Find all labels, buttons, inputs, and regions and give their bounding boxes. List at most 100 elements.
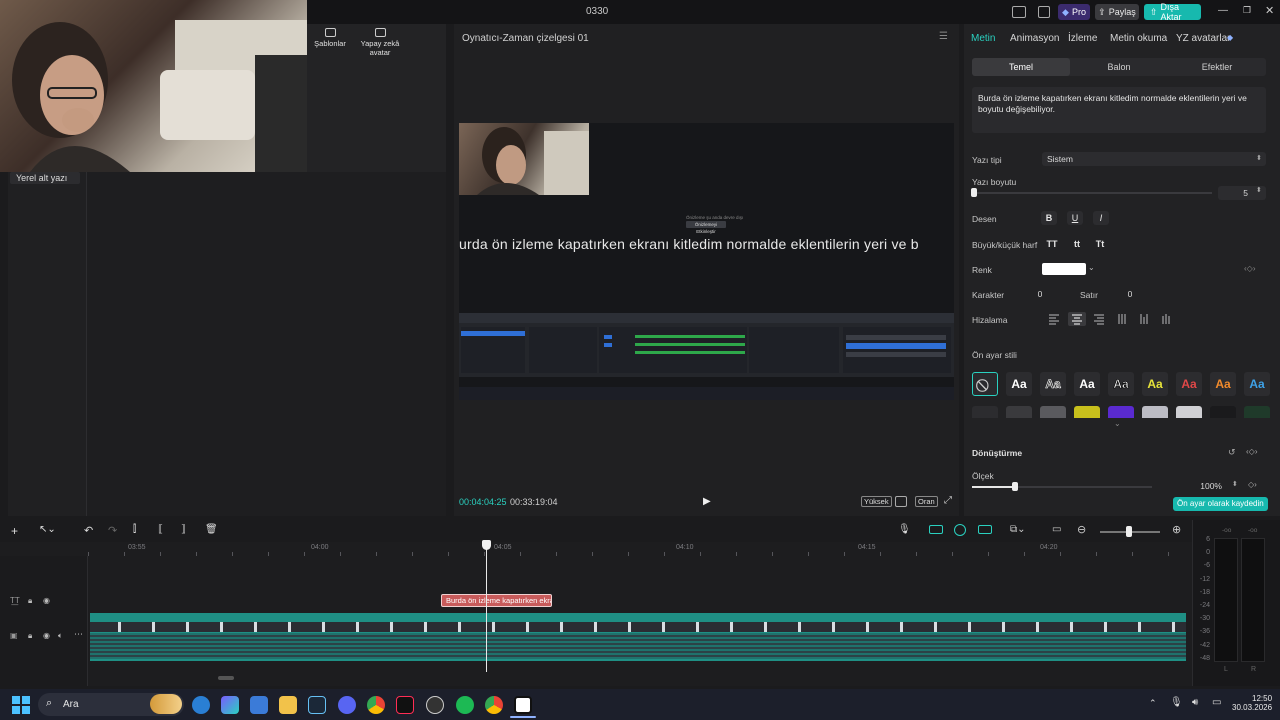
preset-none[interactable]: ⃠ xyxy=(972,372,998,396)
layout-icon[interactable] xyxy=(1012,6,1026,18)
preset-style-3[interactable]: Aa xyxy=(1074,372,1100,396)
subtab-basic[interactable]: Temel xyxy=(972,58,1070,76)
fullscreen-icon[interactable]: ⤢ xyxy=(944,495,952,506)
export-button[interactable]: ⇧ Dışa Aktar xyxy=(1144,2,1201,22)
keyframe-icon[interactable]: ◇› xyxy=(1248,480,1257,489)
updown-icon[interactable]: ⬍ xyxy=(1256,186,1262,194)
italic-button[interactable]: I xyxy=(1093,211,1109,225)
preset-row2-4[interactable] xyxy=(1074,406,1100,418)
underline-button[interactable]: U xyxy=(1067,211,1083,225)
save-preset-button[interactable]: Ön ayar olarak kaydedin xyxy=(1173,497,1268,511)
keyframe-icon[interactable]: ‹◇› xyxy=(1246,447,1257,456)
store-icon[interactable] xyxy=(250,696,268,714)
preset-row2-8[interactable] xyxy=(1210,406,1236,418)
font-select[interactable]: Sistem ⬍ xyxy=(1042,152,1266,166)
obs-icon[interactable] xyxy=(426,696,444,714)
speaker-icon[interactable]: 🔈︎ xyxy=(58,631,63,641)
preset-style-2[interactable]: Aa xyxy=(1040,372,1066,396)
playhead-handle[interactable] xyxy=(482,540,491,550)
scale-slider-handle[interactable] xyxy=(1012,482,1019,491)
tab-tracking[interactable]: İzleme xyxy=(1068,33,1097,44)
maximize-icon[interactable]: ❐ xyxy=(1243,5,1251,16)
line-input[interactable]: 0 xyxy=(1106,287,1154,301)
templates-tab[interactable]: Şablonlar xyxy=(314,28,346,48)
capcut-icon[interactable] xyxy=(514,696,532,714)
menu-icon[interactable]: ☰ xyxy=(939,31,948,42)
transform-label[interactable]: Dönüştürme xyxy=(972,448,1022,458)
magnet-icon[interactable] xyxy=(954,524,966,536)
shortcut-icon[interactable] xyxy=(1038,6,1050,18)
keyframe-icon[interactable]: ‹◇› xyxy=(1244,264,1255,273)
size-slider-track[interactable] xyxy=(972,192,1212,194)
redo-icon[interactable]: ↷ xyxy=(108,524,117,537)
copilot-icon[interactable] xyxy=(221,696,239,714)
lock-icon[interactable]: 🔒︎ xyxy=(28,596,32,606)
video-preview[interactable]: Önizleme şu anda devre dışı Önizlemeyi E… xyxy=(459,123,954,400)
playhead-line[interactable] xyxy=(486,542,487,672)
updown-icon[interactable]: ⬍ xyxy=(1232,480,1238,488)
undo-icon[interactable]: ↶ xyxy=(84,524,93,537)
file-explorer-icon[interactable] xyxy=(279,696,297,714)
tab-animation[interactable]: Animasyon xyxy=(1010,33,1059,44)
select-tool-icon[interactable]: ↖⌄ xyxy=(39,524,56,535)
trim-right-icon[interactable]: ⟧ xyxy=(181,524,186,535)
preset-row2-2[interactable] xyxy=(1006,406,1032,418)
tiktok-icon[interactable] xyxy=(396,696,414,714)
preset-row2-9[interactable] xyxy=(1244,406,1270,418)
case-title-button[interactable]: Tt xyxy=(1092,237,1108,251)
edge-icon[interactable] xyxy=(192,696,210,714)
align-button-group[interactable] xyxy=(1042,312,1180,326)
play-icon[interactable]: ▶ xyxy=(703,496,711,507)
preset-style-4[interactable]: Aa xyxy=(1108,372,1134,396)
taskbar-clock[interactable]: 12:50 30.03.2026 xyxy=(1232,694,1272,712)
battery-icon[interactable]: ▭ xyxy=(1212,697,1221,708)
chevron-down-icon[interactable]: ⌄ xyxy=(1114,419,1121,428)
link-clips-icon[interactable] xyxy=(929,525,943,534)
spotify-icon[interactable] xyxy=(456,696,474,714)
preset-style-1[interactable]: Aa xyxy=(1006,372,1032,396)
preset-style-8[interactable]: Aa xyxy=(1244,372,1270,396)
ratio-button[interactable]: Oran xyxy=(915,496,938,507)
chrome-profile-icon[interactable] xyxy=(485,696,503,714)
preset-row2-6[interactable] xyxy=(1142,406,1168,418)
case-upper-button[interactable]: TT xyxy=(1044,237,1060,251)
zoom-out-icon[interactable]: ⊖ xyxy=(1077,523,1086,536)
more-icon[interactable]: ⋯ xyxy=(74,629,83,640)
caption-clip[interactable]: Burda ön izleme kapatırken ekranı xyxy=(441,594,552,607)
preview-axis-icon[interactable] xyxy=(978,525,992,534)
fit-timeline-icon[interactable]: ▭ xyxy=(1052,524,1061,535)
tab-ai-avatars[interactable]: YZ avatarlar xyxy=(1176,33,1230,44)
preset-row2-7[interactable] xyxy=(1176,406,1202,418)
chrome-icon[interactable] xyxy=(367,696,385,714)
microphone-icon[interactable]: 🎙 xyxy=(898,524,911,535)
zoom-in-icon[interactable]: ⊕ xyxy=(1172,523,1181,536)
delete-icon[interactable]: 🗑 xyxy=(205,524,218,535)
split-screen-icon[interactable]: ⧉⌄ xyxy=(1010,524,1026,535)
eye-icon[interactable]: ◉ xyxy=(43,596,50,605)
reset-icon[interactable]: ↺ xyxy=(1228,447,1236,458)
character-input[interactable]: 0 xyxy=(1016,287,1064,301)
windows-start-icon[interactable] xyxy=(12,696,30,714)
eye-icon[interactable]: ◉ xyxy=(43,631,50,640)
microphone-icon[interactable]: 🎙 xyxy=(1170,697,1183,708)
split-icon[interactable]: ⫿ xyxy=(133,524,136,535)
chevron-up-icon[interactable]: ⌃ xyxy=(1149,698,1157,709)
preset-row2-1[interactable] xyxy=(972,406,998,418)
sidebar-item-local-caption[interactable]: Yerel alt yazı xyxy=(10,172,80,184)
color-swatch[interactable] xyxy=(1042,263,1086,275)
preset-style-5[interactable]: Aa xyxy=(1142,372,1168,396)
screenshot-icon[interactable] xyxy=(895,496,907,507)
text-content-input[interactable]: Burda ön izleme kapatırken ekranı kitled… xyxy=(972,87,1266,133)
pro-button[interactable]: ◆ Pro xyxy=(1058,4,1090,20)
preset-style-7[interactable]: Aa xyxy=(1210,372,1236,396)
tab-text-to-speech[interactable]: Metin okuma xyxy=(1110,33,1167,44)
discord-icon[interactable] xyxy=(338,696,356,714)
speaker-icon[interactable]: 🔊︎ xyxy=(1192,697,1198,708)
preset-row2-3[interactable] xyxy=(1040,406,1066,418)
quality-button[interactable]: Yüksek xyxy=(861,496,892,507)
lock-icon[interactable]: 🔒︎ xyxy=(28,631,32,641)
chevron-down-icon[interactable]: ⌄ xyxy=(1088,263,1095,272)
preset-row2-5[interactable] xyxy=(1108,406,1134,418)
size-slider-handle[interactable] xyxy=(971,188,977,197)
timeline-scrollbar[interactable] xyxy=(218,676,234,680)
